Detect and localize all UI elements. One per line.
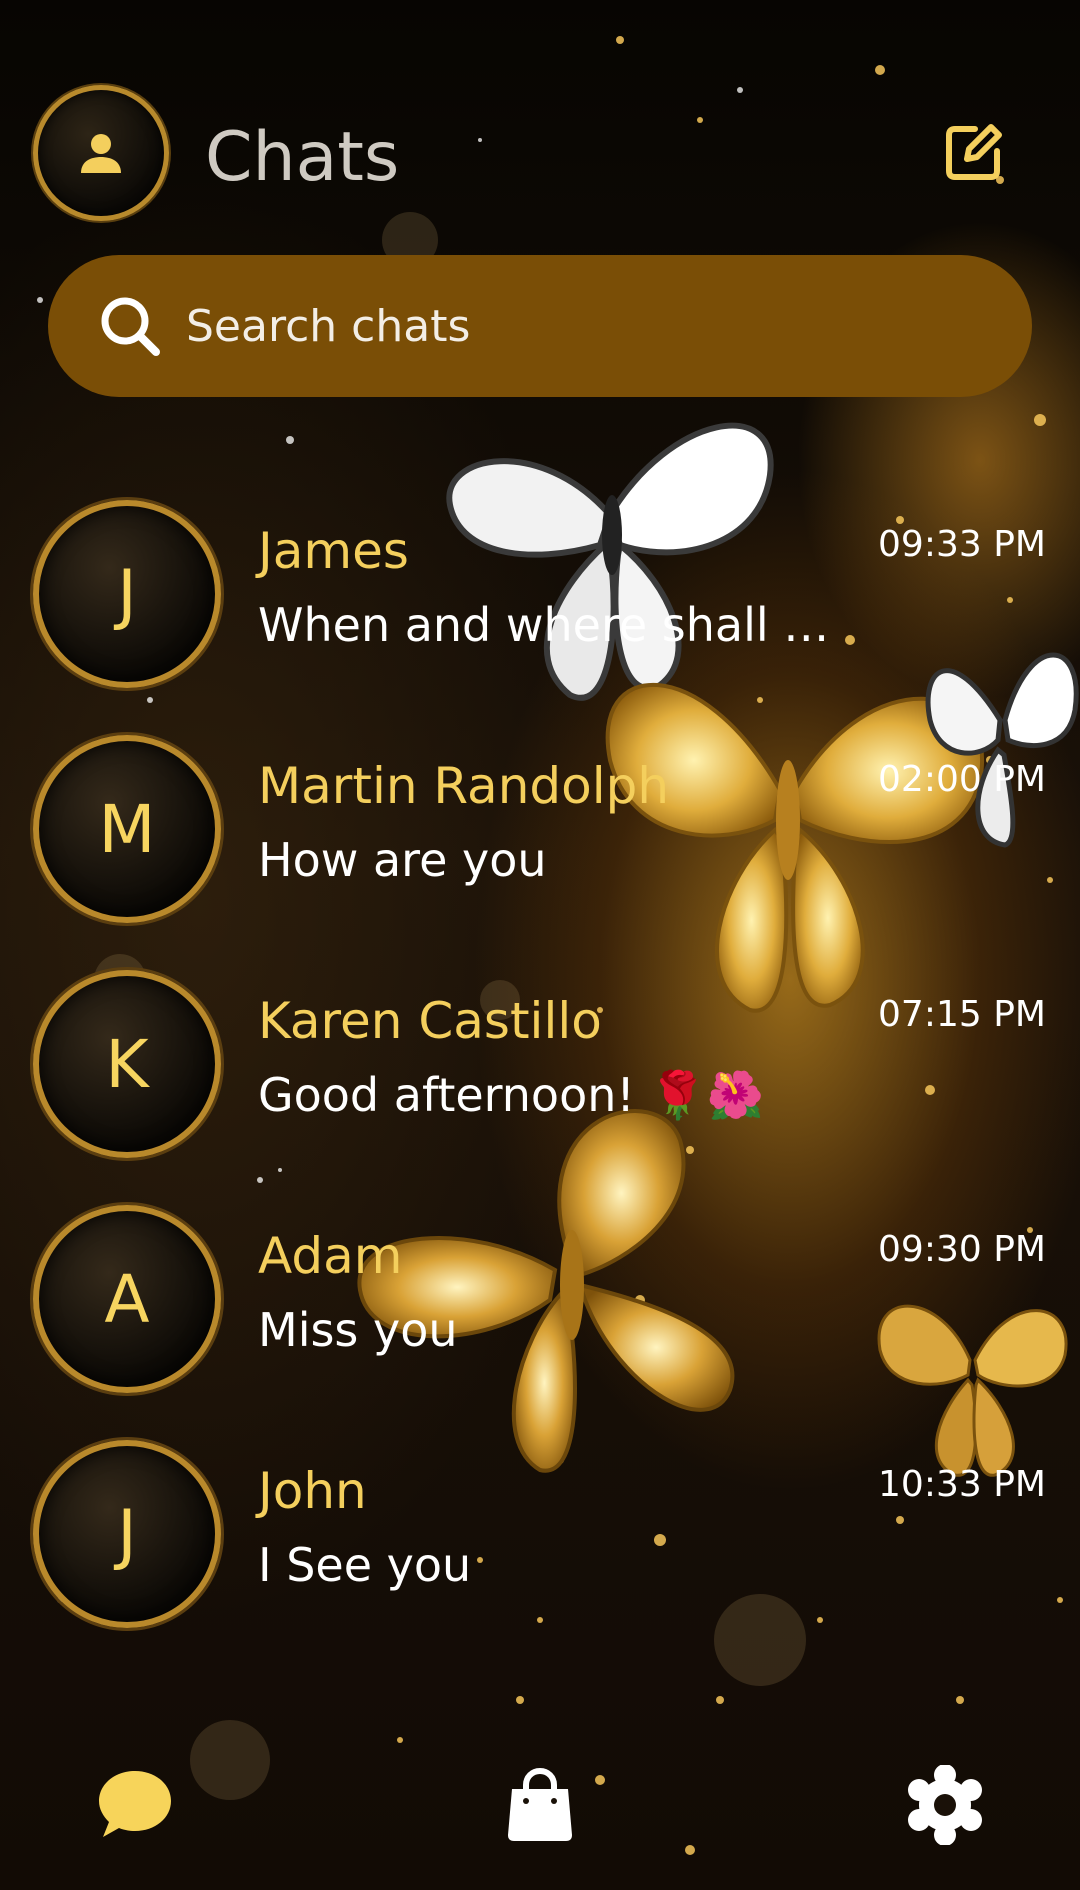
- contact-name: James: [258, 522, 409, 580]
- last-message: How are you: [258, 833, 547, 887]
- compose-icon: [946, 124, 1002, 180]
- nav-settings-button[interactable]: [900, 1760, 990, 1850]
- last-message: Miss you: [258, 1303, 458, 1357]
- shopping-bag-icon: [508, 1767, 572, 1841]
- last-message: I See you: [258, 1538, 472, 1592]
- contact-name: Karen Castillo: [258, 992, 602, 1050]
- message-time: 09:33 PM: [878, 524, 1046, 565]
- search-bar[interactable]: [48, 255, 1032, 397]
- avatar: J: [33, 1440, 221, 1628]
- nav-store-button[interactable]: [495, 1760, 585, 1850]
- avatar: A: [33, 1205, 221, 1393]
- chat-row[interactable]: J John I See you 10:33 PM: [0, 1440, 1080, 1640]
- message-time: 10:33 PM: [878, 1464, 1046, 1505]
- avatar: K: [33, 970, 221, 1158]
- message-time: 02:00 PM: [878, 759, 1046, 800]
- search-input[interactable]: [184, 299, 888, 353]
- search-icon: [101, 297, 160, 356]
- avatar: M: [33, 735, 221, 923]
- page-title: Chats: [205, 118, 400, 197]
- chat-bubble-icon: [99, 1771, 171, 1837]
- chats-screen: Chats J James When and where shall we...…: [0, 0, 1080, 1890]
- profile-button[interactable]: [33, 85, 169, 221]
- message-time: 07:15 PM: [878, 994, 1046, 1035]
- last-message: When and where shall we...: [258, 598, 858, 652]
- contact-name: Adam: [258, 1227, 403, 1285]
- nav-chats-button[interactable]: [90, 1760, 180, 1850]
- last-message: Good afternoon! 🌹🌺: [258, 1068, 764, 1122]
- chat-row[interactable]: M Martin Randolph How are you 02:00 PM: [0, 735, 1080, 935]
- message-time: 09:30 PM: [878, 1229, 1046, 1270]
- settings-gear-icon: [908, 1765, 982, 1845]
- avatar: J: [33, 500, 221, 688]
- contact-name: Martin Randolph: [258, 757, 670, 815]
- chat-row[interactable]: J James When and where shall we... 09:33…: [0, 500, 1080, 700]
- chat-row[interactable]: A Adam Miss you 09:30 PM: [0, 1205, 1080, 1405]
- contact-name: John: [258, 1462, 367, 1520]
- chat-row[interactable]: K Karen Castillo Good afternoon! 🌹🌺 07:1…: [0, 970, 1080, 1170]
- person-icon: [81, 134, 121, 173]
- compose-button[interactable]: [938, 118, 1008, 188]
